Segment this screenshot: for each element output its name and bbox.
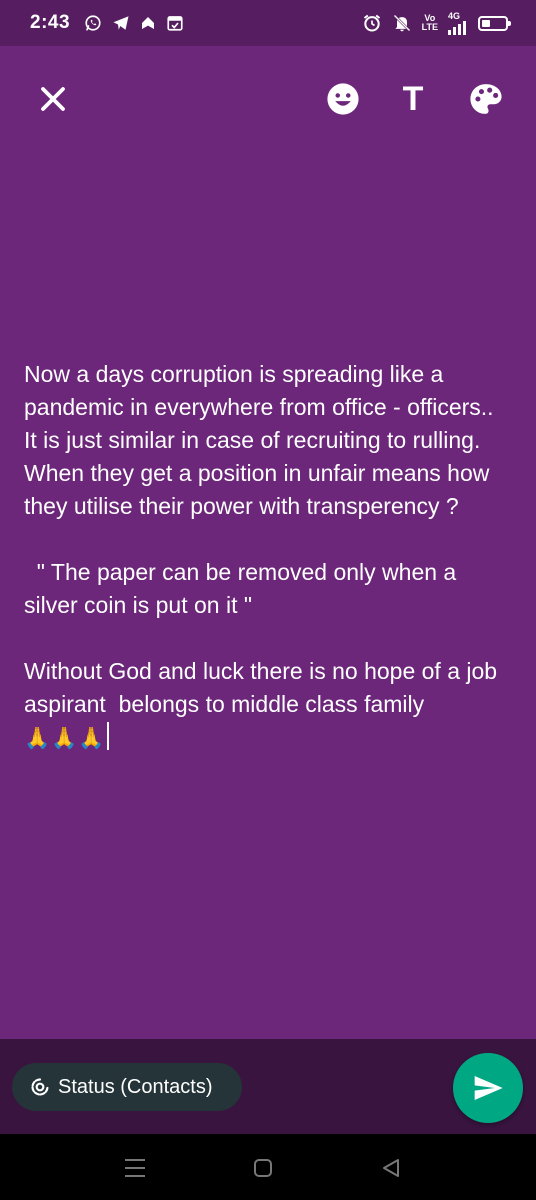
- text-style-icon: T: [402, 79, 424, 118]
- status-bar-right: Vo LTE 4G: [362, 10, 511, 35]
- telegram-icon: [112, 14, 130, 32]
- home-icon: [254, 1159, 272, 1177]
- status-audience-label: Status (Contacts): [58, 1075, 213, 1098]
- palette-icon: [470, 84, 502, 114]
- status-bar-left: 2:43: [30, 12, 184, 34]
- alarm-icon: [362, 13, 382, 33]
- color-palette-button[interactable]: [457, 70, 515, 128]
- emoji-button[interactable]: [314, 70, 372, 128]
- text-cursor: [107, 722, 110, 750]
- volte-label-bottom: LTE: [421, 22, 438, 32]
- notification-icon: [140, 15, 156, 31]
- battery-icon: [478, 15, 511, 31]
- status-composer: 2:43 Vo LTE 4G T Now a days corruption i…: [0, 0, 536, 1200]
- close-icon: [41, 87, 65, 111]
- signal-indicator: 4G: [448, 10, 468, 35]
- whatsapp-icon: [84, 14, 102, 32]
- system-navigation-bar: [0, 1134, 536, 1200]
- editor-toolbar: T: [0, 70, 536, 128]
- recents-button[interactable]: [105, 1146, 165, 1190]
- mute-icon: [392, 13, 412, 33]
- status-paragraph: " The paper can be removed only when a s…: [24, 559, 463, 618]
- status-paragraph: It is just similar in case of recruiting…: [24, 427, 496, 519]
- home-button[interactable]: [233, 1146, 293, 1190]
- battery-level: [482, 19, 490, 27]
- status-paragraph-last: Without God and luck there is no hope of…: [24, 655, 516, 755]
- send-icon: [474, 1076, 503, 1100]
- network-type-label: 4G: [448, 10, 461, 21]
- signal-bars-icon: [448, 20, 466, 35]
- back-icon: [383, 1159, 399, 1177]
- bottom-action-bar: Status (Contacts): [0, 1039, 536, 1134]
- text-style-button[interactable]: T: [384, 70, 442, 128]
- folded-hands-emoji: 🙏🙏🙏: [24, 727, 106, 750]
- system-status-bar: 2:43 Vo LTE 4G: [0, 0, 536, 46]
- back-button[interactable]: [361, 1146, 421, 1190]
- volte-indicator: Vo LTE: [422, 14, 438, 32]
- close-button[interactable]: [24, 70, 82, 128]
- emoji-icon: [327, 83, 359, 115]
- status-paragraph: Now a days corruption is spreading like …: [24, 361, 494, 420]
- calendar-icon: [166, 14, 184, 32]
- status-audience-chip[interactable]: Status (Contacts): [12, 1063, 242, 1111]
- clock-time: 2:43: [30, 12, 71, 33]
- status-text-input[interactable]: Now a days corruption is spreading like …: [24, 358, 516, 755]
- recents-icon: [125, 1159, 145, 1177]
- status-paragraph-text: Without God and luck there is no hope of…: [24, 658, 504, 717]
- status-ring-icon: [31, 1078, 49, 1096]
- send-button[interactable]: [453, 1053, 523, 1123]
